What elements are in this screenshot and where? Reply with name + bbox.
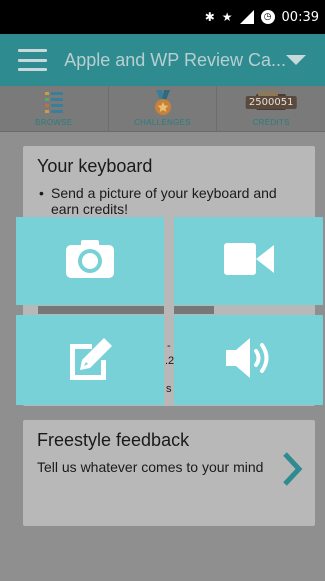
star-icon: ★ bbox=[221, 10, 233, 24]
card-bullet: Send a picture of your keyboard and earn… bbox=[37, 185, 301, 217]
tab-browse[interactable]: BROWSE bbox=[0, 86, 109, 131]
audio-option-button[interactable] bbox=[174, 315, 323, 405]
freestyle-feedback-card[interactable]: Freestyle feedback Tell us whatever come… bbox=[23, 420, 315, 526]
keyboard-image-fragment bbox=[174, 306, 214, 314]
tab-challenges[interactable]: CHALLENGES bbox=[109, 86, 218, 131]
caret-down-icon[interactable] bbox=[286, 55, 306, 65]
video-option-button[interactable] bbox=[174, 217, 323, 305]
tab-bar: BROWSE CHALLENGES 2500051 CREDITS bbox=[0, 86, 325, 132]
edit-icon bbox=[66, 336, 114, 385]
status-bar: ✱ ★ ◷ 00:39 bbox=[0, 0, 325, 34]
camera-icon bbox=[65, 239, 115, 284]
video-camera-icon bbox=[223, 241, 274, 282]
speaker-icon bbox=[225, 337, 272, 384]
keyboard-image-fragment bbox=[38, 306, 164, 314]
tab-label: BROWSE bbox=[35, 118, 73, 127]
medal-icon bbox=[152, 90, 174, 121]
tab-credits[interactable]: 2500051 CREDITS bbox=[217, 86, 325, 131]
alarm-icon: ◷ bbox=[260, 10, 275, 24]
credits-count: 2500051 bbox=[245, 96, 297, 109]
card-title: Your keyboard bbox=[37, 156, 153, 176]
signal-icon bbox=[239, 10, 254, 24]
photo-option-button[interactable] bbox=[16, 217, 164, 305]
status-time: 00:39 bbox=[281, 9, 319, 25]
partial-text: s bbox=[166, 383, 172, 395]
bluetooth-icon: ✱ bbox=[204, 10, 215, 24]
partial-text: .2 bbox=[165, 355, 175, 367]
chevron-right-icon[interactable] bbox=[281, 451, 303, 492]
app-title[interactable]: Apple and WP Review Ca... bbox=[64, 50, 286, 71]
card-description: Tell us whatever comes to your mind bbox=[37, 459, 264, 475]
app-bar: Apple and WP Review Ca... bbox=[0, 34, 325, 86]
tab-label: CREDITS bbox=[252, 118, 290, 127]
card-title: Freestyle feedback bbox=[37, 430, 190, 450]
text-option-button[interactable] bbox=[16, 315, 164, 405]
hamburger-menu-icon[interactable] bbox=[18, 49, 48, 71]
partial-text: - bbox=[167, 340, 171, 352]
list-icon bbox=[43, 90, 65, 119]
